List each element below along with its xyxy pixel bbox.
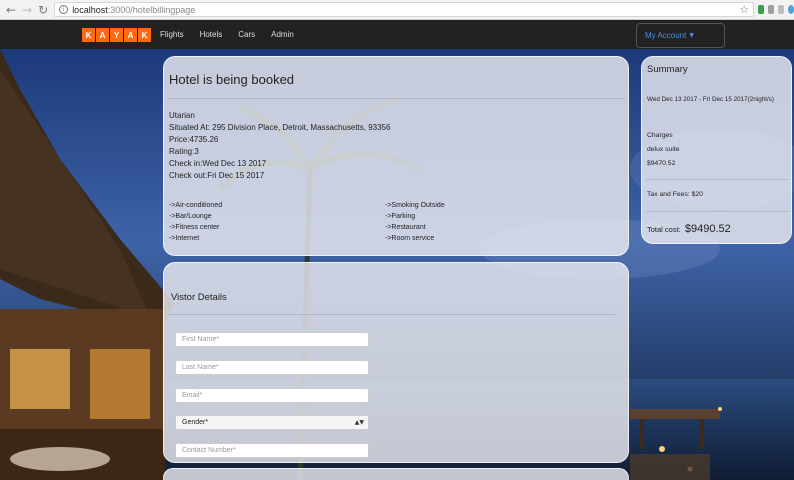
- nav-link-hotels[interactable]: Hotels: [200, 30, 223, 39]
- info-icon[interactable]: i: [59, 5, 69, 14]
- extension-icon[interactable]: [778, 5, 785, 14]
- reload-icon[interactable]: ↻: [38, 3, 48, 17]
- check-in-date: Check in:Wed Dec 13 2017: [169, 159, 267, 168]
- nav-link-cars[interactable]: Cars: [238, 30, 255, 39]
- summary-dates: Wed Dec 13 2017 - Fri Dec 15 2017(2night…: [647, 96, 774, 103]
- hotel-rating: Rating:3: [169, 147, 199, 156]
- amenity-item: ->Fitness center: [169, 224, 220, 231]
- browser-toolbar: ← → ↻ i localhost:3000/hotelbillingpage …: [0, 0, 794, 20]
- divider: [169, 98, 625, 99]
- charges-label: Charges: [647, 132, 673, 139]
- logo-letter: K: [138, 28, 151, 42]
- check-out-date: Check out:Fri Dec 15 2017: [169, 171, 265, 180]
- star-icon[interactable]: ☆: [739, 3, 749, 16]
- nav-link-flights[interactable]: Flights: [160, 30, 184, 39]
- logo-letter: K: [82, 28, 95, 42]
- amenity-item: ->Parking: [385, 213, 416, 220]
- amenity-item: ->Restaurant: [385, 224, 426, 231]
- last-name-input[interactable]: Last Name*: [175, 360, 369, 375]
- logo-letter: Y: [110, 28, 123, 42]
- amenity-item: ->Room service: [385, 235, 435, 242]
- url-path: :3000/hotelbillingpage: [107, 4, 196, 15]
- amenity-item: ->Air-conditioned: [169, 202, 223, 209]
- divider: [646, 211, 789, 212]
- extension-icon[interactable]: [788, 5, 794, 14]
- total-cost-label: Total cost:: [647, 225, 681, 234]
- first-name-input[interactable]: First Name*: [175, 332, 369, 347]
- nav-links: Flights Hotels Cars Admin: [160, 30, 294, 39]
- hotel-details-panel: Hotel is being booked Utarian Situated A…: [163, 56, 629, 256]
- page-title: Hotel is being booked: [169, 72, 295, 87]
- logo-letter: A: [124, 28, 137, 42]
- caret-down-icon: ▼: [689, 32, 694, 39]
- forward-arrow-icon[interactable]: →: [22, 3, 32, 17]
- total-cost-value: $9490.52: [684, 223, 731, 235]
- room-type: delux suite: [647, 146, 680, 153]
- my-account-dropdown[interactable]: My Account ▼: [636, 23, 725, 48]
- top-navbar: K A Y A K Flights Hotels Cars Admin My A…: [0, 21, 794, 49]
- gender-selected-value: Gender*: [182, 419, 209, 426]
- extension-icon[interactable]: [768, 5, 775, 14]
- gender-select[interactable]: Gender* ▲▼: [175, 415, 369, 430]
- visitor-details-title: Vistor Details: [171, 292, 227, 303]
- my-account-label: My Account: [645, 31, 687, 40]
- summary-title: Summary: [647, 64, 688, 75]
- address-bar[interactable]: i localhost:3000/hotelbillingpage ☆: [54, 2, 755, 17]
- kayak-logo[interactable]: K A Y A K: [82, 28, 151, 42]
- tax-and-fees: Tax and Fees: $20: [647, 191, 703, 198]
- select-arrows-icon: ▲▼: [354, 419, 364, 426]
- amenity-item: ->Bar/Lounge: [169, 213, 212, 220]
- extension-icon[interactable]: [758, 5, 765, 14]
- room-charge: $9470.52: [647, 160, 676, 167]
- email-input[interactable]: Email*: [175, 388, 369, 403]
- contact-number-input[interactable]: Contact Number*: [175, 443, 369, 458]
- hotel-address: Situated At: 295 Division Place, Detroit…: [169, 123, 391, 132]
- visitor-details-panel: Vistor Details First Name* Last Name* Em…: [163, 262, 629, 463]
- amenity-item: ->Smoking Outside: [385, 202, 445, 209]
- divider: [169, 314, 615, 315]
- nav-link-admin[interactable]: Admin: [271, 30, 294, 39]
- hotel-name: Utarian: [169, 111, 195, 120]
- next-section-panel: [163, 468, 629, 480]
- divider: [646, 179, 789, 180]
- total-cost: Total cost: $9490.52: [647, 223, 731, 235]
- logo-letter: A: [96, 28, 109, 42]
- back-arrow-icon[interactable]: ←: [6, 3, 16, 17]
- amenity-item: ->Internet: [169, 235, 200, 242]
- url-host: localhost: [72, 4, 108, 15]
- summary-panel: Summary Wed Dec 13 2017 - Fri Dec 15 201…: [641, 56, 792, 244]
- hotel-price: Price:4735.26: [169, 135, 219, 144]
